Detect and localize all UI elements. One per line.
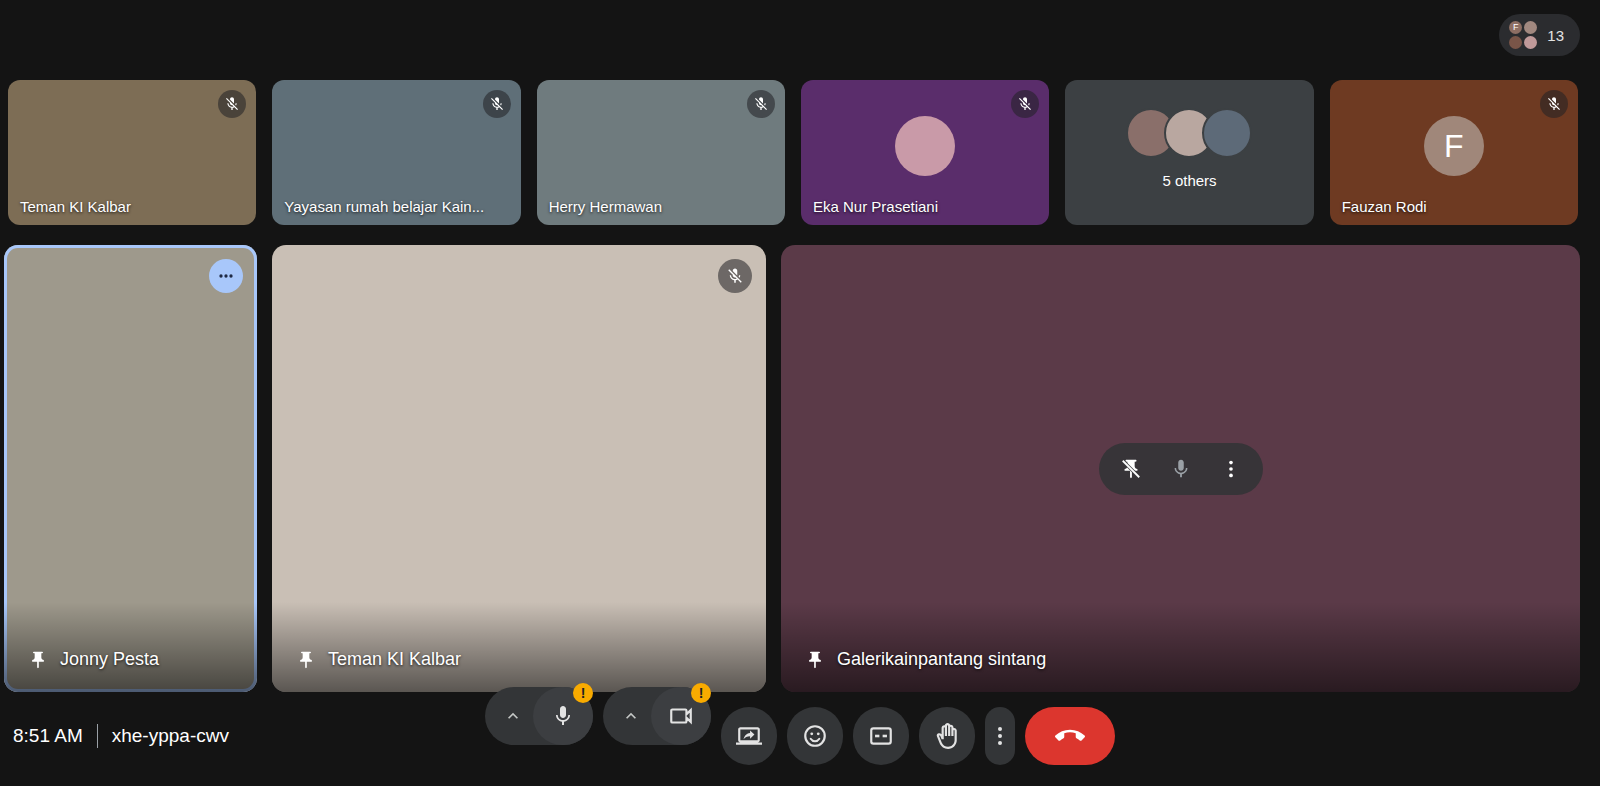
more-horizontal-icon — [216, 266, 236, 286]
mic-icon — [551, 704, 575, 728]
control-button[interactable] — [853, 707, 909, 765]
participant-name: Teman KI Kalbar — [20, 198, 244, 215]
participant-name: Yayasan rumah belajar Kain... — [284, 198, 508, 215]
pinned-tile[interactable]: Jonny Pesta — [4, 245, 257, 692]
emoji-icon — [802, 723, 828, 749]
participant-tile[interactable]: F Fauzan Rodi — [1330, 80, 1578, 225]
initial-avatar: F — [1424, 116, 1484, 176]
tile-options-button[interactable] — [209, 259, 243, 293]
name-shade — [4, 602, 257, 692]
participant-tile[interactable]: 5 others — [1065, 80, 1313, 225]
pin-icon — [296, 650, 316, 670]
participant-name: Herry Hermawan — [549, 198, 773, 215]
avatar — [1202, 108, 1252, 158]
more-options-button[interactable] — [1211, 449, 1251, 489]
more-vertical-icon — [988, 724, 1012, 748]
muted-indicator — [1540, 90, 1568, 118]
mic-icon — [1170, 458, 1192, 480]
mini-avatar — [1524, 21, 1537, 34]
mini-avatar: F — [1509, 21, 1522, 34]
participant-tile[interactable]: Teman KI Kalbar — [8, 80, 256, 225]
camera-icon — [668, 703, 694, 729]
participant-name: Eka Nur Prasetiani — [813, 198, 1037, 215]
filmstrip: Teman KI Kalbar Yayasan rumah belajar Kai… — [0, 80, 1600, 225]
others-avatars — [1126, 108, 1252, 158]
mic-off-icon — [224, 96, 240, 112]
main-stage: Jonny Pesta Teman KI Kalbar Galerikainpant… — [0, 245, 1600, 692]
captions-icon — [868, 723, 894, 749]
tile-hover-controls — [1099, 443, 1263, 495]
options-chevron[interactable] — [493, 687, 533, 745]
participant-name: Teman KI Kalbar — [296, 649, 754, 670]
chevron-up-icon — [503, 706, 523, 726]
unpin-icon — [1120, 458, 1142, 480]
others-label: 5 others — [1065, 172, 1313, 189]
mic-off-icon — [753, 96, 769, 112]
control-button[interactable] — [787, 707, 843, 765]
mic-off-icon — [1546, 96, 1562, 112]
mic-off-icon — [489, 96, 505, 112]
muted-indicator — [718, 259, 752, 293]
mic-off-icon — [726, 267, 744, 285]
warning-badge: ! — [573, 683, 593, 703]
participant-count: 13 — [1547, 27, 1564, 44]
present-screen-icon — [736, 723, 762, 749]
control-button[interactable] — [1025, 707, 1115, 765]
participants-chip[interactable]: F 13 — [1499, 14, 1580, 56]
pinned-tile[interactable]: Teman KI Kalbar — [272, 245, 766, 692]
pin-icon — [28, 650, 48, 670]
camera-control[interactable]: ! — [603, 687, 711, 745]
meet-window: F 13 Teman KI Kalbar Yayasan rumah belajar … — [0, 0, 1600, 786]
muted-indicator — [483, 90, 511, 118]
mini-avatar — [1524, 36, 1537, 49]
mic-control[interactable]: ! — [485, 687, 593, 745]
mini-avatar — [1509, 36, 1522, 49]
name-shade — [272, 602, 766, 692]
top-bar: F 13 — [0, 0, 1600, 80]
chevron-up-icon — [621, 706, 641, 726]
control-bar: 8:51 AM xhe-yppa-cwv!! — [0, 692, 1600, 786]
leave-control[interactable] — [1025, 707, 1115, 765]
control-button[interactable] — [985, 707, 1015, 765]
hand-control[interactable] — [919, 707, 975, 765]
meeting-info: 8:51 AM xhe-yppa-cwv — [13, 724, 485, 748]
avatar — [895, 116, 955, 176]
more-vertical-icon — [1220, 458, 1242, 480]
more-control[interactable] — [985, 707, 1015, 765]
emoji-control[interactable] — [787, 707, 843, 765]
participant-name: Galerikainpantang sintang — [805, 649, 1568, 670]
participant-name: Jonny Pesta — [28, 649, 245, 670]
call-controls: !! — [485, 707, 1115, 765]
hang-up-icon — [1055, 721, 1085, 751]
options-chevron[interactable] — [611, 687, 651, 745]
raise-hand-icon — [934, 723, 960, 749]
muted-indicator — [1011, 90, 1039, 118]
unpin-button[interactable] — [1111, 449, 1151, 489]
muted-indicator — [218, 90, 246, 118]
control-button[interactable] — [721, 707, 777, 765]
present-control[interactable] — [721, 707, 777, 765]
participant-tile[interactable]: Herry Hermawan — [537, 80, 785, 225]
participant-tile[interactable]: Eka Nur Prasetiani — [801, 80, 1049, 225]
warning-badge: ! — [691, 683, 711, 703]
participant-name: Fauzan Rodi — [1342, 198, 1566, 215]
mute-participant-button[interactable] — [1161, 449, 1201, 489]
separator — [97, 724, 98, 748]
captions-control[interactable] — [853, 707, 909, 765]
meeting-code: xhe-yppa-cwv — [112, 725, 229, 747]
pinned-tile[interactable]: Galerikainpantang sintang — [781, 245, 1580, 692]
muted-indicator — [747, 90, 775, 118]
participant-tile[interactable]: Yayasan rumah belajar Kain... — [272, 80, 520, 225]
pin-icon — [805, 650, 825, 670]
mic-off-icon — [1017, 96, 1033, 112]
name-shade — [781, 602, 1580, 692]
clock: 8:51 AM — [13, 725, 83, 747]
participant-avatars: F — [1509, 21, 1537, 49]
control-button[interactable] — [919, 707, 975, 765]
